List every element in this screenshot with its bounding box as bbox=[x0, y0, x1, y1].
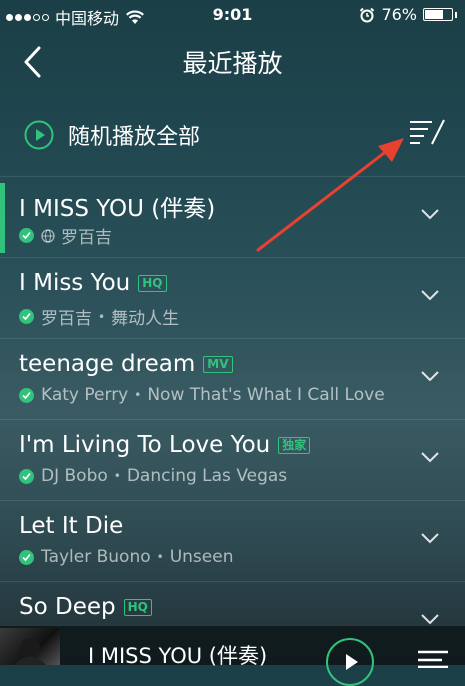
status-bar: 中国移动 9:01 76% bbox=[0, 0, 465, 30]
song-album: Dancing Las Vegas bbox=[126, 466, 288, 486]
exclusive-badge: 独家 bbox=[278, 436, 311, 454]
song-title-row: I Miss You HQ bbox=[19, 270, 167, 296]
song-album: Now That's What I Call Love bbox=[147, 385, 385, 405]
downloaded-check-icon bbox=[19, 468, 34, 484]
song-title-row: Let It Die bbox=[19, 513, 123, 539]
shuffle-all-label: 随机播放全部 bbox=[68, 125, 201, 150]
song-artist: 罗百吉 bbox=[41, 309, 92, 329]
globe-icon bbox=[41, 228, 55, 243]
playlist-icon[interactable] bbox=[412, 648, 452, 668]
song-artist: Katy Perry bbox=[41, 385, 129, 405]
alarm-clock-icon bbox=[360, 7, 375, 22]
song-title: I MISS YOU (伴奏) bbox=[19, 196, 216, 222]
song-title: I'm Living To Love You bbox=[19, 432, 271, 458]
now-playing-title: I MISS YOU (伴奏) bbox=[88, 644, 268, 668]
chevron-down-icon[interactable] bbox=[420, 288, 440, 302]
chevron-down-icon[interactable] bbox=[420, 531, 440, 545]
song-title: teenage dream bbox=[19, 351, 196, 377]
play-circle-icon bbox=[24, 120, 54, 150]
downloaded-check-icon bbox=[19, 309, 34, 324]
separator-dot: • bbox=[156, 550, 164, 564]
song-title-row: I MISS YOU (伴奏) bbox=[19, 189, 215, 223]
song-album: Unseen bbox=[169, 547, 234, 567]
quality-badge: HQ bbox=[138, 274, 167, 292]
battery-tip bbox=[455, 11, 457, 18]
downloaded-check-icon bbox=[19, 387, 34, 403]
song-album: 舞动人生 bbox=[111, 309, 180, 329]
song-meta: 罗百吉 • 舞动人生 bbox=[19, 304, 179, 329]
song-meta: DJ Bobo • Dancing Las Vegas bbox=[19, 466, 287, 486]
song-title: I Miss You bbox=[19, 270, 131, 296]
battery-percent: 76% bbox=[381, 5, 417, 24]
song-row[interactable]: I MISS YOU (伴奏) 罗百吉 bbox=[0, 176, 465, 257]
shuffle-all-button[interactable]: 随机播放全部 bbox=[24, 119, 200, 151]
downloaded-check-icon bbox=[19, 549, 34, 565]
chevron-down-icon[interactable] bbox=[420, 450, 440, 464]
song-artist: Tayler Buono bbox=[41, 547, 151, 567]
song-title-row: So Deep HQ bbox=[19, 594, 152, 620]
song-row[interactable]: I'm Living To Love You 独家 DJ Bobo • Danc… bbox=[0, 419, 465, 500]
separator-dot: • bbox=[98, 309, 106, 324]
sort-list-icon[interactable] bbox=[408, 118, 446, 146]
song-list: I MISS YOU (伴奏) 罗百吉 I Miss You HQ 罗百吉 • … bbox=[0, 176, 465, 662]
song-title-row: teenage dream MV bbox=[19, 351, 233, 377]
song-title: So Deep bbox=[19, 594, 116, 620]
song-meta: 罗百吉 bbox=[19, 223, 112, 248]
album-cover[interactable] bbox=[0, 628, 60, 665]
status-right: 76% bbox=[359, 5, 457, 24]
nav-bar: 最近播放 bbox=[0, 30, 465, 94]
song-artist: DJ Bobo bbox=[41, 466, 108, 486]
separator-dot: • bbox=[113, 469, 121, 483]
mv-badge[interactable]: MV bbox=[203, 355, 233, 373]
shuffle-row: 随机播放全部 bbox=[0, 94, 465, 176]
song-row[interactable]: teenage dream MV Katy Perry • Now That's… bbox=[0, 338, 465, 419]
downloaded-check-icon bbox=[19, 228, 34, 243]
chevron-down-icon[interactable] bbox=[420, 207, 440, 221]
chevron-down-icon[interactable] bbox=[420, 369, 440, 383]
song-artist: 罗百吉 bbox=[61, 228, 112, 248]
battery-icon bbox=[423, 8, 453, 21]
quality-badge: HQ bbox=[123, 598, 152, 616]
play-button[interactable] bbox=[326, 638, 374, 686]
song-title: Let It Die bbox=[19, 513, 124, 539]
song-row[interactable]: I Miss You HQ 罗百吉 • 舞动人生 bbox=[0, 257, 465, 338]
chevron-down-icon[interactable] bbox=[420, 612, 440, 626]
page-title: 最近播放 bbox=[182, 49, 283, 78]
song-meta: Tayler Buono • Unseen bbox=[19, 547, 234, 567]
song-title-row: I'm Living To Love You 独家 bbox=[19, 432, 311, 458]
separator-dot: • bbox=[134, 388, 142, 402]
mini-player[interactable]: I MISS YOU (伴奏) bbox=[0, 626, 465, 686]
song-row[interactable]: Let It Die Tayler Buono • Unseen bbox=[0, 500, 465, 581]
song-meta: Katy Perry • Now That's What I Call Love bbox=[19, 385, 385, 405]
